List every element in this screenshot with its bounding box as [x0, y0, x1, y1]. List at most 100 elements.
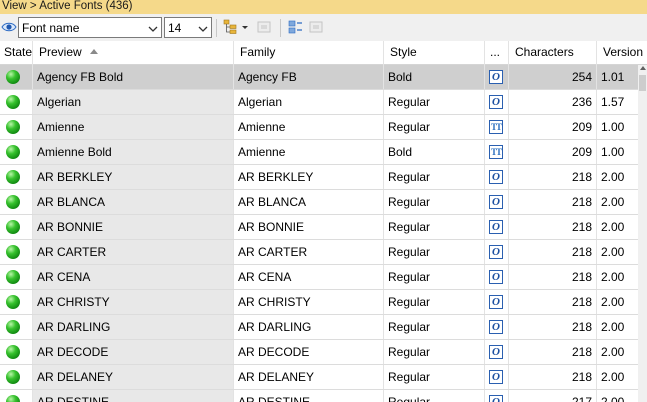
characters-cell: 218: [509, 215, 597, 239]
state-cell: [0, 65, 33, 89]
type-cell: O: [485, 390, 509, 402]
family-cell: AR BLANCA: [234, 190, 384, 214]
table-row[interactable]: AR CARTER AR CARTER Regular O 218 2.00: [0, 240, 638, 265]
style-cell: Regular: [384, 90, 485, 114]
type-cell: O: [485, 265, 509, 289]
characters-cell: 218: [509, 365, 597, 389]
column-header-state[interactable]: State: [0, 41, 33, 65]
version-cell: 2.00: [601, 370, 625, 384]
characters-cell: 236: [509, 90, 597, 114]
vertical-scrollbar[interactable]: [638, 65, 647, 402]
table-row[interactable]: AR BERKLEY AR BERKLEY Regular O 218 2.00: [0, 165, 638, 190]
family-cell: Amienne: [234, 115, 384, 139]
column-header-style[interactable]: Style: [384, 41, 485, 65]
type-cell: O: [485, 215, 509, 239]
font-size-select[interactable]: 14: [164, 17, 212, 38]
family-cell: AR CARTER: [234, 240, 384, 264]
fonts-table: State Preview Family Style ... Character…: [0, 41, 647, 402]
column-header-preview[interactable]: Preview: [33, 41, 234, 65]
scrollbar-thumb[interactable]: [639, 75, 646, 91]
type-cell: O: [485, 190, 509, 214]
table-row[interactable]: AR CHRISTY AR CHRISTY Regular O 218 2.00: [0, 290, 638, 315]
table-row[interactable]: AR DECODE AR DECODE Regular O 218 2.00: [0, 340, 638, 365]
table-row[interactable]: AR CENA AR CENA Regular O 218 2.00: [0, 265, 638, 290]
column-header-family[interactable]: Family: [234, 41, 384, 65]
active-status-icon: [6, 345, 20, 359]
table-row[interactable]: AR BONNIE AR BONNIE Regular O 218 2.00: [0, 215, 638, 240]
opentype-icon: O: [489, 270, 503, 284]
active-status-icon: [6, 220, 20, 234]
preview-cell: AR DARLING: [33, 315, 234, 339]
style-cell: Regular: [384, 240, 485, 264]
opentype-icon: O: [489, 295, 503, 309]
characters-cell: 218: [509, 290, 597, 314]
version-cell: 2.00: [601, 220, 625, 234]
active-status-icon: [6, 95, 20, 109]
family-cell: Amienne: [234, 140, 384, 164]
preview-cell: AR CENA: [33, 265, 234, 289]
disabled-action-icon[interactable]: [256, 19, 272, 35]
column-header-type[interactable]: ...: [485, 41, 509, 65]
font-name-select-value: Font name: [22, 21, 80, 35]
state-cell: [0, 165, 33, 189]
table-row[interactable]: Algerian Algerian Regular O 236 1.57: [0, 90, 638, 115]
table-row[interactable]: AR BLANCA AR BLANCA Regular O 218 2.00: [0, 190, 638, 215]
state-cell: [0, 215, 33, 239]
type-cell: O: [485, 240, 509, 264]
state-cell: [0, 140, 33, 164]
preview-cell: AR BLANCA: [33, 190, 234, 214]
preview-cell: AR CARTER: [33, 240, 234, 264]
family-cell: AR BERKLEY: [234, 165, 384, 189]
chevron-down-icon[interactable]: [240, 19, 250, 35]
opentype-icon: O: [489, 170, 503, 184]
style-cell: Bold: [384, 140, 485, 164]
table-row[interactable]: Amienne Amienne Regular TT 209 1.00: [0, 115, 638, 140]
truetype-icon: TT: [489, 145, 503, 159]
table-row[interactable]: Amienne Bold Amienne Bold TT 209 1.00: [0, 140, 638, 165]
preview-cell: AR BERKLEY: [33, 165, 234, 189]
characters-cell: 217: [509, 390, 597, 402]
version-cell: 2.00: [601, 170, 625, 184]
version-cell: 2.00: [601, 395, 625, 402]
tree-view-icon[interactable]: [222, 19, 238, 35]
toolbar-separator: [216, 19, 217, 37]
version-cell: 2.00: [601, 245, 625, 259]
state-cell: [0, 190, 33, 214]
opentype-icon: O: [489, 370, 503, 384]
preview-cell: Algerian: [33, 90, 234, 114]
font-size-select-value: 14: [168, 21, 182, 35]
table-row[interactable]: AR DELANEY AR DELANEY Regular O 218 2.00: [0, 365, 638, 390]
family-cell: AR DECODE: [234, 340, 384, 364]
scroll-up-icon[interactable]: [640, 66, 646, 70]
style-cell: Regular: [384, 390, 485, 402]
family-cell: AR CENA: [234, 265, 384, 289]
table-row[interactable]: AR DARLING AR DARLING Regular O 218 2.00: [0, 315, 638, 340]
type-cell: TT: [485, 115, 509, 139]
version-cell: 1.57: [601, 95, 625, 109]
family-cell: AR DESTINE: [234, 390, 384, 402]
opentype-icon: O: [489, 195, 503, 209]
opentype-icon: O: [489, 95, 503, 109]
truetype-icon: TT: [489, 120, 503, 134]
compare-icon[interactable]: [288, 19, 304, 35]
eye-icon[interactable]: [1, 19, 17, 35]
style-cell: Regular: [384, 365, 485, 389]
version-cell: 2.00: [601, 320, 625, 334]
table-row[interactable]: Agency FB Bold Agency FB Bold O 254 1.01: [0, 65, 638, 90]
table-row[interactable]: AR DESTINE AR DESTINE Regular O 217 2.00: [0, 390, 638, 402]
characters-cell: 218: [509, 240, 597, 264]
family-cell: AR DARLING: [234, 315, 384, 339]
preview-cell: AR DECODE: [33, 340, 234, 364]
column-header-characters[interactable]: Characters: [509, 41, 597, 65]
type-cell: O: [485, 290, 509, 314]
type-cell: TT: [485, 140, 509, 164]
disabled-action-icon[interactable]: [308, 19, 324, 35]
font-name-select[interactable]: Font name: [18, 17, 162, 38]
characters-cell: 218: [509, 340, 597, 364]
style-cell: Regular: [384, 165, 485, 189]
version-cell: 1.01: [601, 70, 625, 84]
type-cell: O: [485, 340, 509, 364]
column-header-version[interactable]: Version: [597, 41, 647, 65]
characters-cell: 218: [509, 190, 597, 214]
state-cell: [0, 290, 33, 314]
